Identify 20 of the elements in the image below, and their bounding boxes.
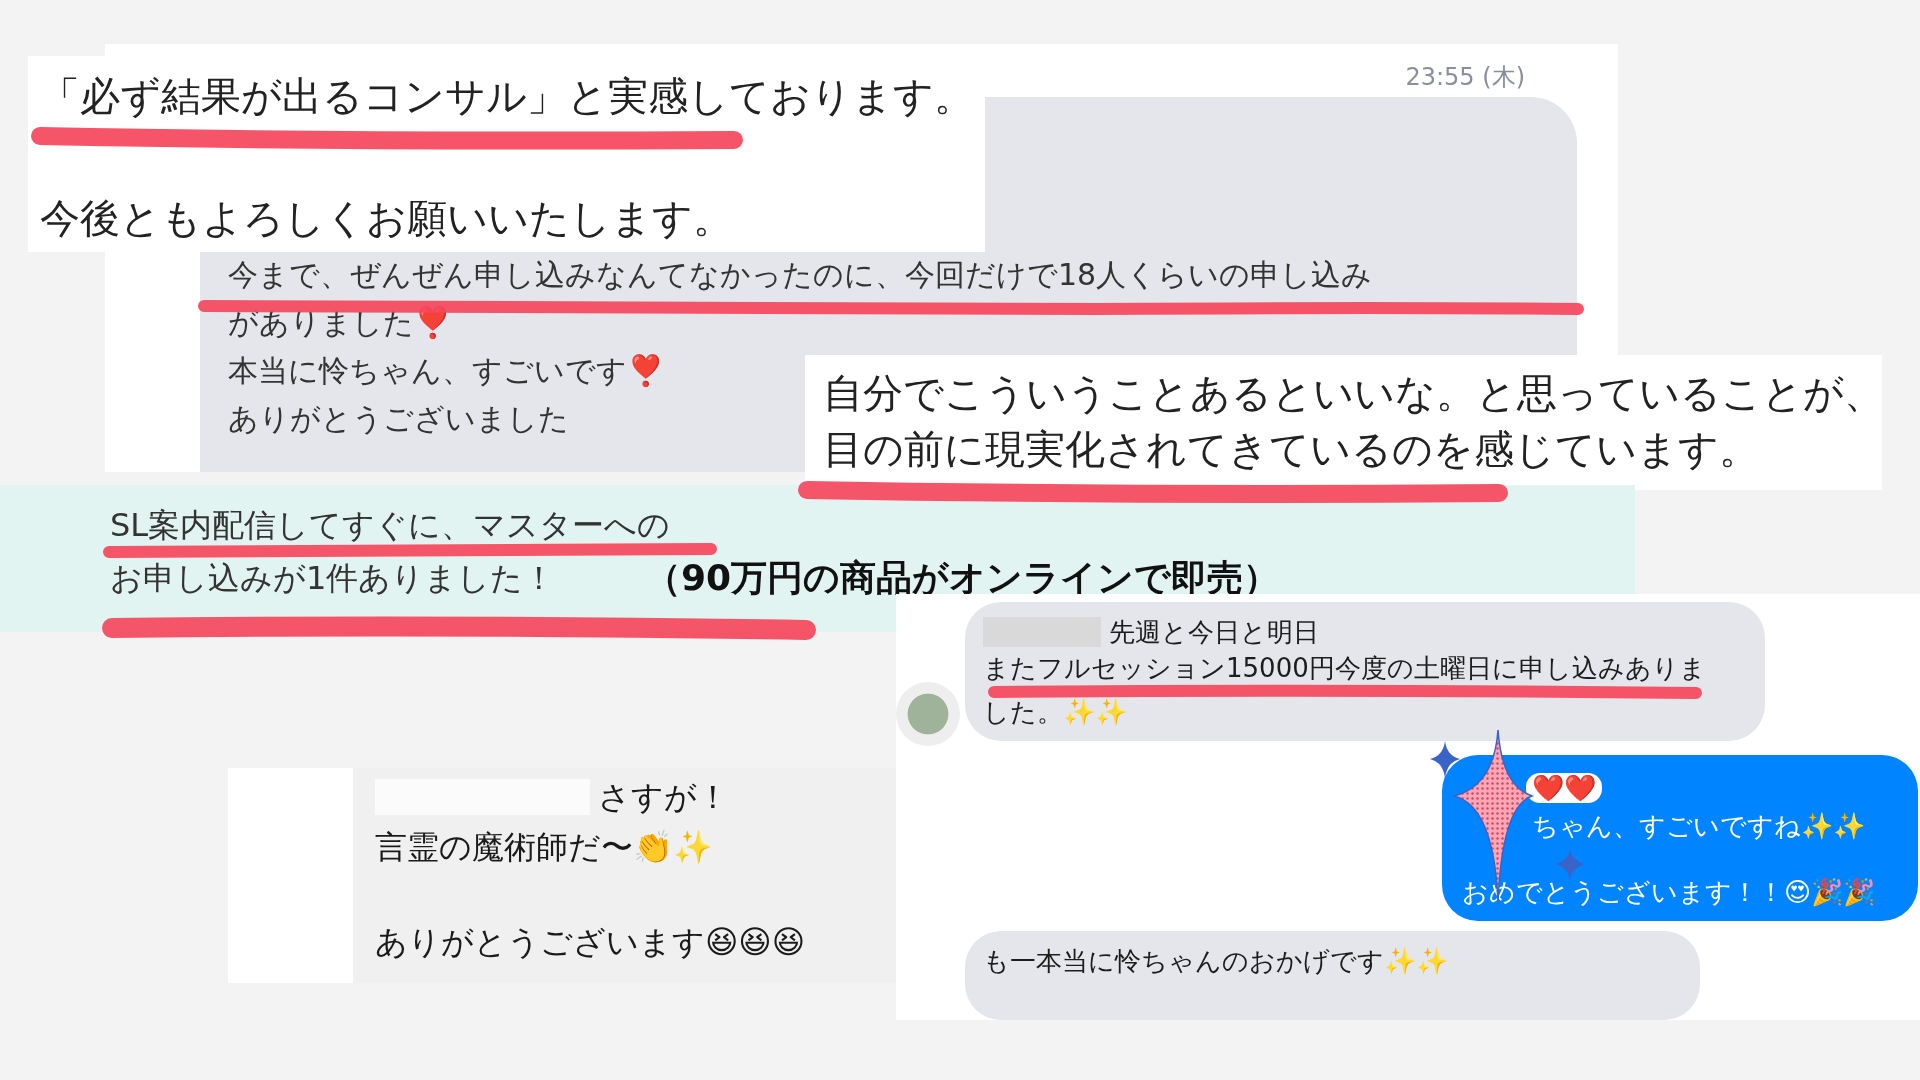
message-text: がありました❣ [228, 306, 451, 340]
message-text: SL案内配信してすぐに、マスターへの [110, 506, 671, 544]
message-text: も一本当に怜ちゃんのおかげです✨✨ [983, 946, 1448, 976]
message-text: ❤❤ [1526, 773, 1602, 803]
message-text: ありがとうございました [228, 402, 569, 436]
testimonial-text: 自分でこういうことあるといいな。と思っていることが、 [823, 369, 1882, 418]
testimonial-text: 「必ず結果が出るコンサル」と実感しております。 [40, 72, 974, 121]
message-text: ありがとうございます😆😆😆 [375, 922, 806, 963]
testimonial-text: 目の前に現実化されてきているのを感じています。 [823, 425, 1759, 474]
message-text: 言霊の魔術師だ〜👏✨ [375, 827, 713, 868]
message-text: した。✨✨ [983, 697, 1127, 727]
message-text: ちゃん、すごいですね✨✨ [1531, 811, 1865, 841]
timestamp: 23:55 (木) [1405, 62, 1525, 92]
message-text: お申し込みが1件ありました！ [110, 559, 556, 597]
message-text: 先週と今日と明日 [1109, 617, 1319, 647]
message-text: さすが！ [598, 777, 729, 818]
message-text: 本当に怜ちゃん、すごいです❣ [228, 354, 664, 388]
testimonial-text: 今後ともよろしくお願いいたします。 [40, 194, 733, 243]
message-text: またフルセッション15000円今度の土曜日に申し込みありま [983, 653, 1706, 683]
message-text: 今まで、ぜんぜん申し込みなんてなかったのに、今回だけで18人くらいの申し込み [228, 258, 1373, 292]
